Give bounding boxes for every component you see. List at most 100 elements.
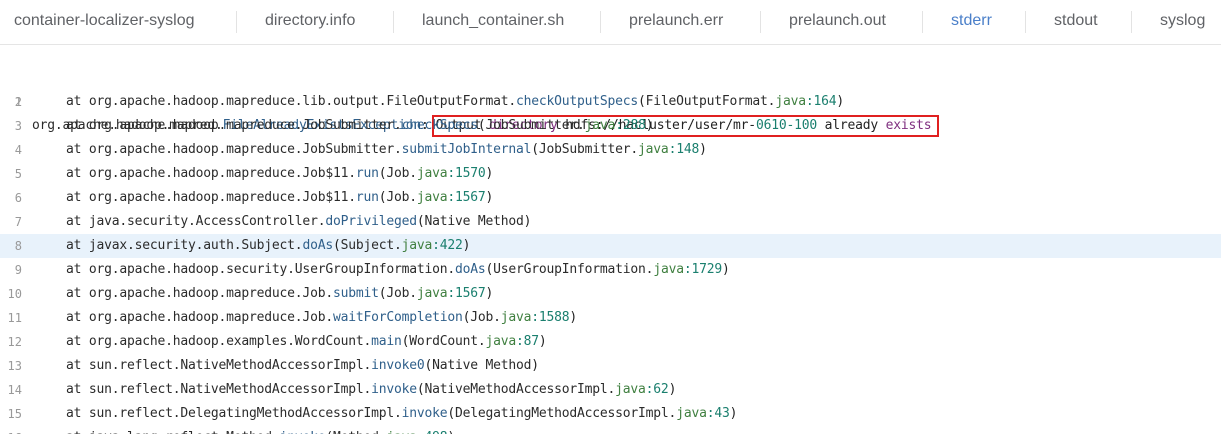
- frame-package: org.apache.hadoop.mapreduce.Job$11.: [88, 190, 356, 205]
- line-number: 6: [14, 191, 22, 205]
- stack-frame-line: 15 at sun.reflect.DelegatingMethodAccesso…: [0, 402, 1221, 426]
- tab-launch-container-sh[interactable]: launch_container.sh: [422, 0, 564, 44]
- stack-frame-line: 16 at java.lang.reflect.Method.invoke(Met…: [0, 426, 1221, 434]
- frame-extension: java: [653, 262, 684, 277]
- frame-method: submit: [332, 286, 379, 301]
- frame-at: at: [66, 358, 89, 373]
- line-text: at org.apache.hadoop.mapreduce.JobSubmit…: [66, 138, 707, 162]
- paren-open: (: [332, 238, 341, 253]
- paren-close: ): [569, 310, 578, 325]
- line-number: 8: [14, 239, 22, 253]
- frame-package: java.lang.reflect.Method.: [89, 430, 280, 434]
- frame-package: org.apache.hadoop.examples.WordCount.: [88, 334, 372, 349]
- tab-prelaunch-out[interactable]: prelaunch.out: [789, 0, 886, 44]
- line-text: at javax.security.auth.Subject.doAs(Subj…: [66, 234, 470, 258]
- frame-method: doAs: [302, 238, 333, 253]
- tab-stderr[interactable]: stderr: [951, 0, 992, 44]
- paren-open: (: [416, 214, 425, 229]
- tab-syslog[interactable]: syslog: [1160, 0, 1205, 44]
- stack-frame-line: 10 at org.apache.hadoop.mapreduce.Job.sub…: [0, 282, 1221, 306]
- stack-frame-line: 2 at org.apache.hadoop.mapreduce.lib.outp…: [0, 90, 1221, 114]
- frame-method: invoke: [401, 406, 448, 421]
- frame-package: javax.security.auth.Subject.: [88, 238, 303, 253]
- frame-method: main: [371, 334, 402, 349]
- frame-method: checkSpecs: [401, 118, 478, 133]
- tab-container-localizer-syslog[interactable]: container-localizer-syslog: [14, 0, 195, 44]
- line-text: at java.lang.reflect.Method.invoke(Metho…: [66, 426, 455, 434]
- frame-line-number: :1588: [531, 310, 570, 325]
- stack-frame-line: 9 at org.apache.hadoop.security.UserGroup…: [0, 258, 1221, 282]
- tab-divider: [393, 11, 394, 33]
- frame-extension: java: [416, 190, 448, 205]
- line-text: at org.apache.hadoop.mapreduce.Job$11.ru…: [66, 162, 493, 186]
- frame-package: java.security.AccessController.: [88, 214, 326, 229]
- frame-extension: java: [676, 406, 707, 421]
- tab-divider: [760, 11, 761, 33]
- line-number: 3: [14, 119, 22, 133]
- frame-method: invoke: [280, 430, 326, 434]
- tab-divider: [922, 11, 923, 33]
- paren-close: ): [836, 94, 844, 109]
- frame-line-number: :1567: [447, 286, 486, 301]
- frame-at: at: [66, 214, 89, 229]
- frame-at: at: [66, 238, 89, 253]
- frame-line-number: :422: [432, 238, 463, 253]
- line-number: 12: [7, 335, 22, 349]
- line-text: at sun.reflect.NativeMethodAccessorImpl.…: [66, 378, 676, 402]
- frame-package: org.apache.hadoop.mapreduce.lib.output.F…: [88, 94, 516, 109]
- paren-open: (: [447, 406, 455, 421]
- tab-directory-info[interactable]: directory.info: [265, 0, 355, 44]
- paren-close: ): [668, 382, 677, 397]
- frame-line-number: :62: [645, 382, 669, 397]
- frame-extension: java: [416, 286, 448, 301]
- tab-stdout[interactable]: stdout: [1054, 0, 1098, 44]
- frame-extension: java: [638, 142, 669, 157]
- frame-at: at: [66, 166, 89, 181]
- paren-open: (: [325, 430, 333, 434]
- line-number: 5: [14, 167, 22, 181]
- tab-divider: [236, 11, 237, 33]
- frame-file: Subject.: [340, 238, 402, 253]
- frame-file: Method.: [333, 430, 387, 434]
- frame-method: run: [355, 190, 379, 205]
- line-text: at org.apache.hadoop.mapreduce.Job.waitF…: [66, 306, 577, 330]
- frame-extension: java: [500, 310, 532, 325]
- stack-frame-line: 3 at org.apache.hadoop.mapreduce.JobSubmi…: [0, 114, 1221, 138]
- stack-frame-line: 5 at org.apache.hadoop.mapreduce.Job$11.r…: [0, 162, 1221, 186]
- frame-extension: java: [386, 430, 417, 434]
- frame-method: waitForCompletion: [332, 310, 463, 325]
- frame-package: org.apache.hadoop.mapreduce.JobSubmitter…: [88, 118, 402, 133]
- paren-open: (: [424, 358, 433, 373]
- frame-method: doAs: [454, 262, 486, 277]
- frame-file: Native Method: [432, 358, 532, 373]
- line-text: at org.apache.hadoop.mapreduce.lib.outpu…: [66, 90, 844, 114]
- frame-at: at: [66, 118, 89, 133]
- line-text: at org.apache.hadoop.mapreduce.Job.submi…: [66, 282, 493, 306]
- line-text: at org.apache.hadoop.security.UserGroupI…: [66, 258, 730, 282]
- frame-file: FileOutputFormat.: [645, 94, 776, 109]
- frame-package: org.apache.hadoop.mapreduce.Job.: [88, 310, 333, 325]
- frame-line-number: :1570: [447, 166, 486, 181]
- frame-at: at: [66, 142, 89, 157]
- paren-close: ): [523, 214, 532, 229]
- frame-file: UserGroupInformation.: [493, 262, 654, 277]
- tab-prelaunch-err[interactable]: prelaunch.err: [629, 0, 723, 44]
- paren-close: ): [447, 430, 455, 434]
- frame-package: org.apache.hadoop.mapreduce.Job.: [88, 286, 333, 301]
- frame-package: sun.reflect.NativeMethodAccessorImpl.: [88, 382, 372, 397]
- line-number: 10: [7, 287, 22, 301]
- frame-file: Job.: [386, 166, 417, 181]
- paren-close: ): [538, 334, 547, 349]
- frame-package: sun.reflect.DelegatingMethodAccessorImpl…: [88, 406, 402, 421]
- frame-method: checkOutputSpecs: [515, 94, 639, 109]
- log-content[interactable]: 1 org.apache.hadoop.mapred.FileAlreadyEx…: [0, 66, 1221, 434]
- frame-package: org.apache.hadoop.mapreduce.JobSubmitter…: [88, 142, 402, 157]
- frame-at: at: [66, 406, 89, 421]
- paren-open: (: [485, 262, 494, 277]
- frame-file: Job.: [470, 310, 501, 325]
- frame-extension: java: [775, 94, 806, 109]
- frame-at: at: [66, 382, 89, 397]
- frame-file: Job.: [386, 286, 417, 301]
- paren-close: ): [485, 286, 494, 301]
- stack-frame-line: 13 at sun.reflect.NativeMethodAccessorImp…: [0, 354, 1221, 378]
